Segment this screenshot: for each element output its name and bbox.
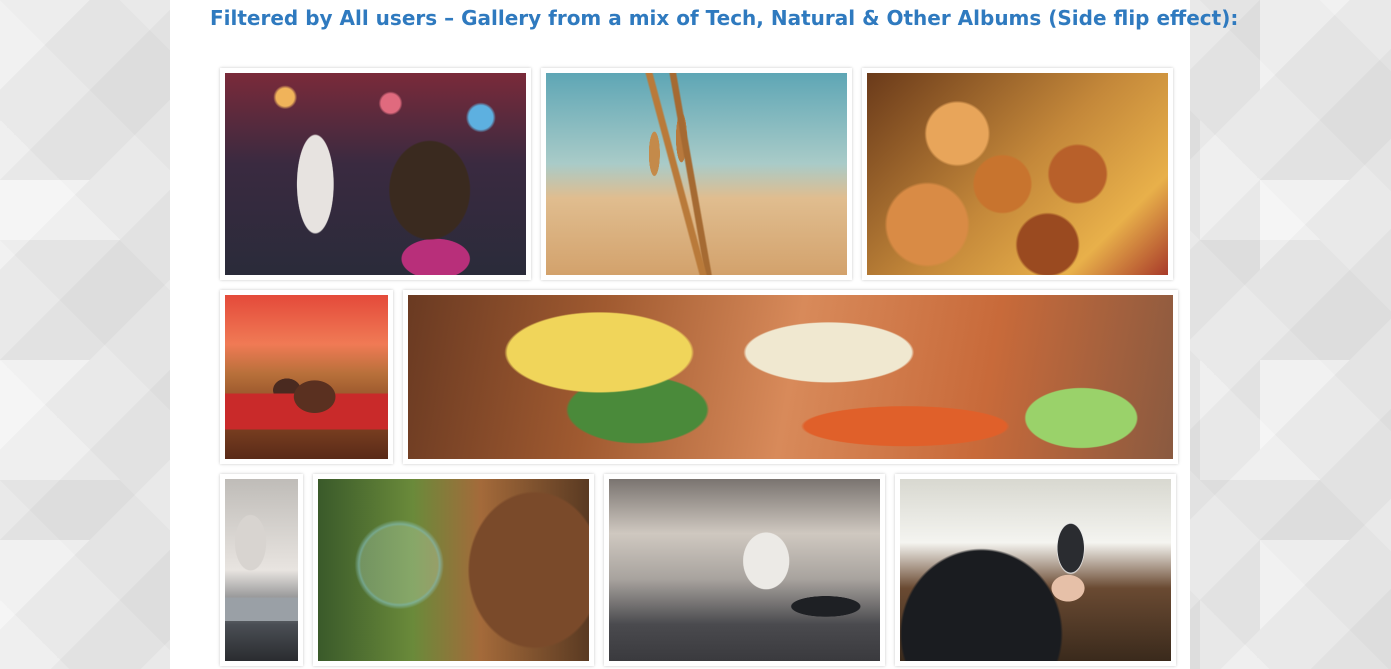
gallery-photo[interactable] bbox=[609, 479, 880, 661]
gallery-photo[interactable] bbox=[225, 295, 388, 459]
gallery-heading: Filtered by All users – Gallery from a m… bbox=[210, 6, 1239, 30]
gallery-photo[interactable] bbox=[318, 479, 589, 661]
gallery-photo[interactable] bbox=[225, 73, 526, 275]
gallery-photo[interactable] bbox=[867, 73, 1168, 275]
gallery-photo[interactable] bbox=[225, 479, 298, 661]
gallery-item-mug-phone-desk[interactable] bbox=[604, 474, 885, 666]
gallery-photo[interactable] bbox=[408, 295, 1173, 459]
gallery-photo[interactable] bbox=[900, 479, 1171, 661]
gallery-item-pastries[interactable] bbox=[862, 68, 1173, 280]
gallery-photo[interactable] bbox=[546, 73, 847, 275]
gallery-item-hands-smartphone[interactable] bbox=[895, 474, 1176, 666]
gallery-item-wheat[interactable] bbox=[541, 68, 852, 280]
gallery-item-mug-phone[interactable] bbox=[220, 474, 303, 666]
gallery-item-fruit-salad[interactable] bbox=[403, 290, 1178, 464]
gallery-item-cupcakes[interactable] bbox=[220, 290, 393, 464]
gallery-item-soap-bubble[interactable] bbox=[313, 474, 594, 666]
gallery-item-girl-braids[interactable] bbox=[220, 68, 531, 280]
